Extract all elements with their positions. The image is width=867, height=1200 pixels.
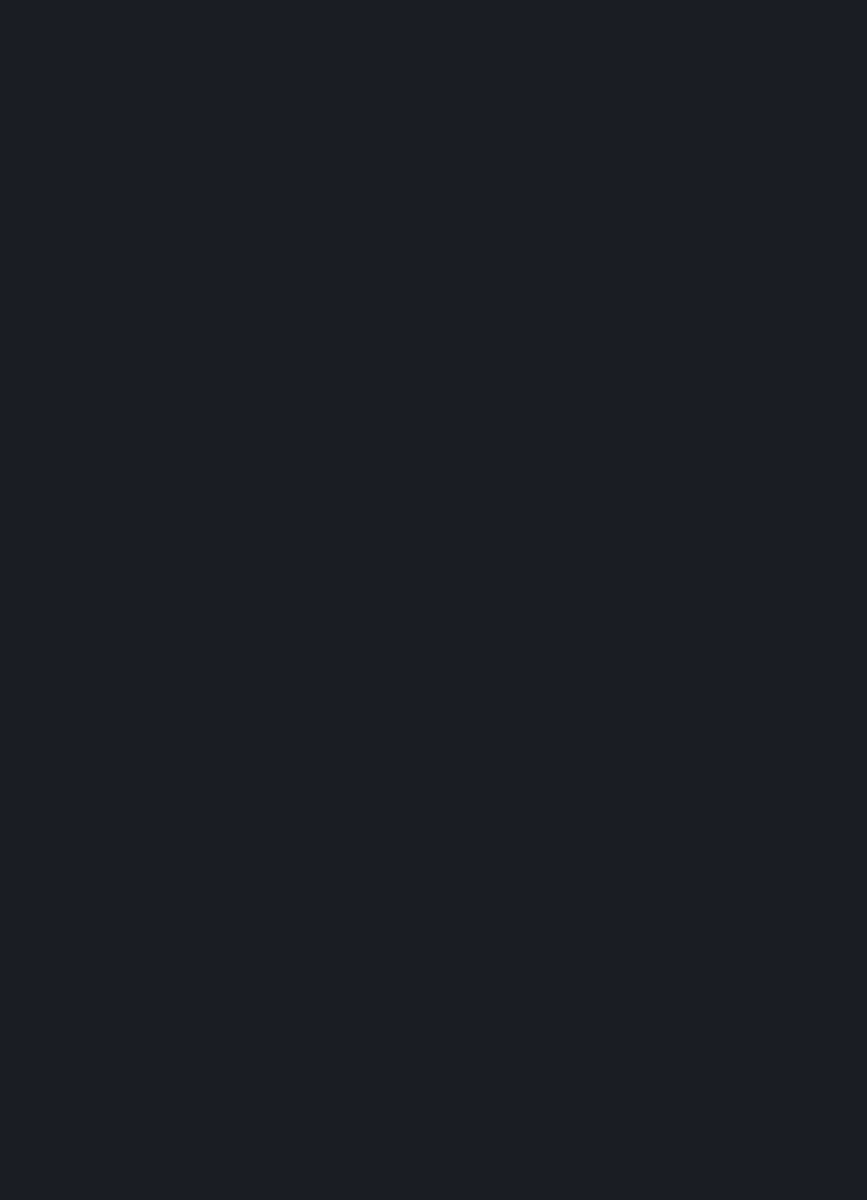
code-editor-viewport: { "lines": { "l1": "{% extends \"blog/ba… — [0, 0, 867, 113]
